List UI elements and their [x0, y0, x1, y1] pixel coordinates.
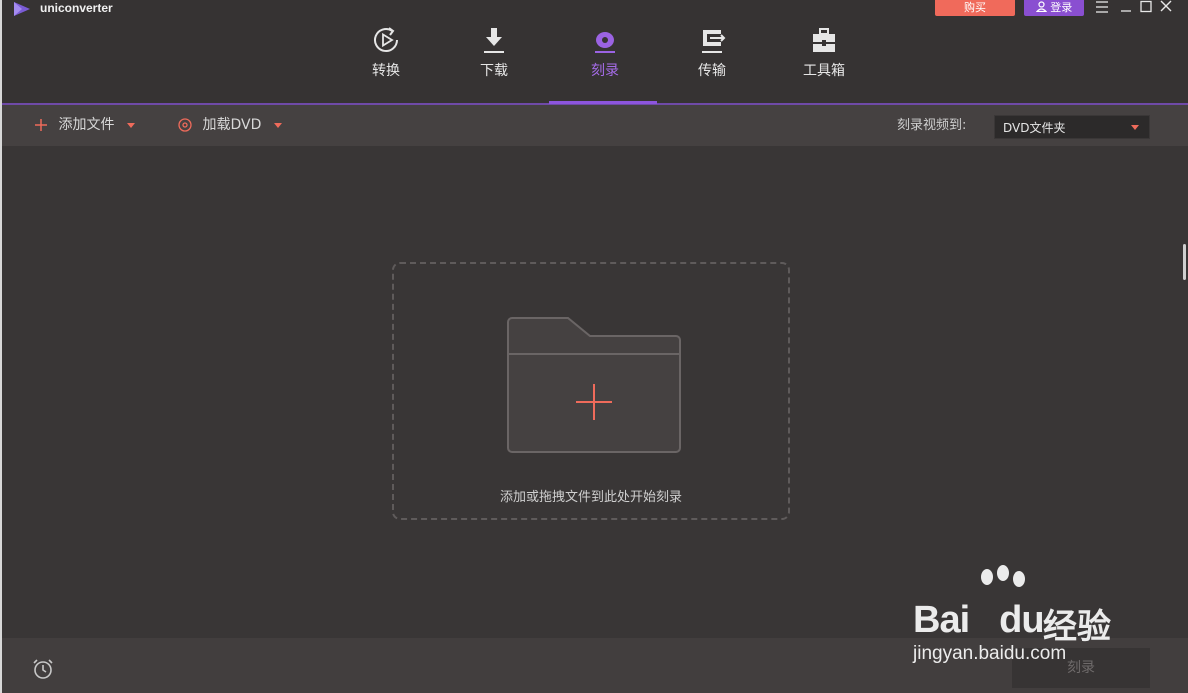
- watermark-brand: Bai du: [913, 599, 1045, 642]
- load-dvd-button[interactable]: 加载DVD: [178, 105, 282, 146]
- disc-icon: [595, 32, 615, 53]
- nav-transfer[interactable]: 传输: [658, 24, 766, 104]
- watermark-cn: 经验: [1043, 607, 1111, 647]
- burn-target-value: DVD文件夹: [1003, 121, 1066, 135]
- add-files-button[interactable]: 添加文件: [34, 105, 135, 146]
- toolbox-icon: [813, 28, 835, 52]
- nav-label: 工具箱: [803, 63, 845, 79]
- transfer-icon: [702, 30, 726, 53]
- login-label: 登录: [1050, 1, 1073, 14]
- nav-label: 下载: [480, 63, 508, 79]
- minimize-icon[interactable]: [1119, 0, 1133, 14]
- baidu-watermark: Bai du 经验 jingyan.baidu.com: [905, 565, 1145, 675]
- add-folder-icon[interactable]: [506, 314, 682, 456]
- burn-to-label: 刻录视频到:: [897, 118, 967, 133]
- load-dvd-dropdown-icon[interactable]: [273, 122, 282, 128]
- drop-hint: 添加或拖拽文件到此处开始刻录: [499, 490, 682, 505]
- dvd-disc-icon: [178, 118, 192, 132]
- nav-label: 传输: [698, 63, 726, 79]
- main-nav: 转换 下载 刻录 传输 工具箱: [332, 24, 872, 104]
- toolbar: 添加文件 加载DVD 刻录视频到: DVD文件夹: [2, 105, 1188, 146]
- app-name: uniconverter: [40, 1, 113, 15]
- nav-convert[interactable]: 转换: [332, 24, 440, 104]
- active-tab-indicator: [549, 101, 657, 104]
- app-logo-icon: [14, 2, 30, 16]
- watermark-brand-b: du: [999, 599, 1044, 641]
- watermark-url: jingyan.baidu.com: [913, 643, 1067, 664]
- play-circle-icon: [374, 27, 398, 52]
- burn-target-select[interactable]: DVD文件夹: [994, 115, 1150, 139]
- user-icon: [1035, 1, 1048, 13]
- nav-label: 转换: [372, 63, 400, 79]
- add-files-label: 添加文件: [58, 117, 115, 133]
- maximize-icon[interactable]: [1139, 0, 1153, 14]
- nav-label: 刻录: [591, 63, 619, 79]
- plus-icon: [35, 119, 47, 131]
- buy-button[interactable]: 购买: [935, 0, 1015, 16]
- login-button[interactable]: 登录: [1024, 0, 1084, 16]
- alarm-clock-icon[interactable]: [32, 658, 54, 680]
- download-icon: [484, 28, 504, 53]
- close-icon[interactable]: [1159, 0, 1173, 14]
- file-drop-zone[interactable]: 添加或拖拽文件到此处开始刻录: [392, 262, 790, 520]
- add-files-dropdown-icon[interactable]: [126, 122, 135, 128]
- title-bar: uniconverter 购买 登录 转换 下载 刻录 传输 工具箱: [2, 0, 1188, 104]
- chevron-down-icon: [1131, 125, 1139, 130]
- nav-burn[interactable]: 刻录: [551, 24, 659, 104]
- nav-download[interactable]: 下载: [440, 24, 548, 104]
- load-dvd-label: 加载DVD: [202, 117, 262, 133]
- app-window: uniconverter 购买 登录 转换 下载 刻录 传输 工具箱 添加文件 …: [0, 0, 1188, 693]
- nav-toolbox[interactable]: 工具箱: [770, 24, 878, 104]
- menu-icon[interactable]: [1095, 0, 1109, 14]
- watermark-brand-a: Bai: [913, 599, 970, 641]
- scrollbar-thumb[interactable]: [1183, 244, 1186, 280]
